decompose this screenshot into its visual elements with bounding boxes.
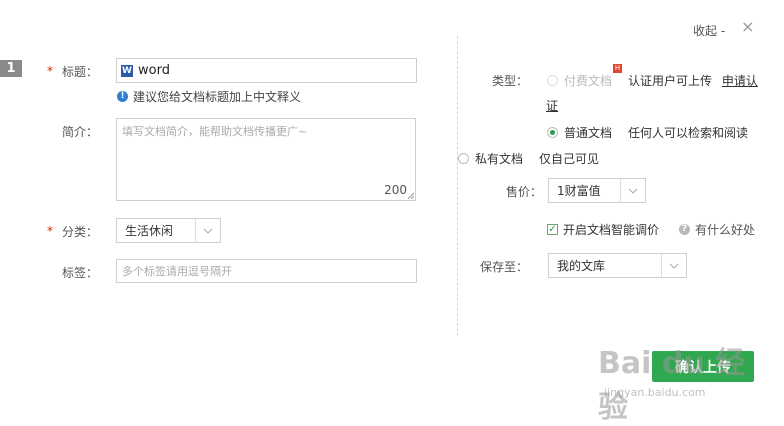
question-icon: ? bbox=[679, 224, 690, 235]
section-divider bbox=[457, 36, 458, 336]
benefit-label: 有什么好处 bbox=[695, 223, 756, 237]
collapse-toggle[interactable]: 收起 - bbox=[693, 22, 725, 39]
summary-label: 简介： bbox=[62, 125, 99, 139]
smart-price-checkbox[interactable]: ✓ bbox=[547, 224, 558, 235]
type-paid-desc: 认证用户可上传 申请认 bbox=[628, 74, 758, 88]
chevron-down-icon bbox=[661, 254, 686, 277]
save-to-select[interactable]: 我的文库 bbox=[548, 253, 687, 278]
chevron-down-icon bbox=[195, 219, 220, 242]
save-to-selected: 我的文库 bbox=[557, 259, 606, 273]
title-tip-text: 建议您给文档标题加上中文释义 bbox=[133, 90, 302, 104]
tags-placeholder: 多个标签请用逗号隔开 bbox=[122, 265, 232, 278]
price-select[interactable]: 1财富值 bbox=[548, 178, 646, 203]
radio-normal[interactable] bbox=[547, 127, 558, 138]
smart-price-option[interactable]: ✓ 开启文档智能调价 bbox=[547, 221, 659, 238]
required-mark: * bbox=[47, 64, 53, 78]
summary-char-count: 200 bbox=[384, 183, 407, 197]
close-icon[interactable]: × bbox=[741, 17, 754, 36]
watermark-sub: jingyan.baidu.com bbox=[604, 386, 706, 399]
radio-private[interactable] bbox=[458, 153, 469, 164]
type-label: 类型： bbox=[492, 74, 529, 88]
resize-handle-icon[interactable] bbox=[408, 193, 414, 199]
required-mark: * bbox=[47, 224, 53, 238]
type-option-private[interactable]: 私有文档 bbox=[458, 150, 523, 167]
tags-label: 标签： bbox=[62, 266, 99, 280]
radio-paid[interactable] bbox=[547, 75, 558, 86]
tags-input[interactable]: 多个标签请用逗号隔开 bbox=[116, 259, 417, 283]
title-label: 标题： bbox=[62, 65, 99, 79]
summary-placeholder: 填写文档简介，能帮助文档传播更广~ bbox=[122, 125, 308, 138]
price-selected: 1财富值 bbox=[557, 184, 601, 198]
confirm-upload-button[interactable]: 确认上传 bbox=[652, 351, 754, 382]
type-normal-label: 普通文档 bbox=[564, 126, 613, 140]
benefit-link[interactable]: ? 有什么好处 bbox=[679, 221, 755, 238]
title-value: word bbox=[138, 63, 170, 78]
title-tip: ! 建议您给文档标题加上中文释义 bbox=[117, 88, 301, 105]
type-private-desc: 仅自己可见 bbox=[539, 152, 600, 166]
chevron-down-icon bbox=[620, 179, 645, 202]
type-paid-label: 付费文档 bbox=[564, 74, 613, 88]
smart-price-label: 开启文档智能调价 bbox=[563, 223, 660, 237]
step-number: 1 bbox=[0, 60, 22, 77]
category-select[interactable]: 生活休闲 bbox=[116, 218, 221, 243]
type-normal-desc: 任何人可以检索和阅读 bbox=[628, 126, 749, 140]
hot-badge-icon: H bbox=[613, 64, 622, 73]
word-file-icon: W bbox=[121, 64, 133, 77]
type-private-label: 私有文档 bbox=[475, 152, 524, 166]
apply-cert-link[interactable]: 申请认 bbox=[722, 74, 758, 88]
save-to-label: 保存至： bbox=[480, 260, 529, 274]
type-option-normal[interactable]: 普通文档 bbox=[547, 124, 612, 141]
price-label: 售价： bbox=[506, 185, 543, 199]
category-selected: 生活休闲 bbox=[125, 224, 174, 238]
apply-cert-link-cont[interactable]: 证 bbox=[546, 97, 558, 114]
category-label: 分类： bbox=[62, 225, 99, 239]
type-option-paid[interactable]: 付费文档 bbox=[547, 72, 612, 89]
info-icon: ! bbox=[117, 91, 128, 102]
summary-textarea[interactable]: 填写文档简介，能帮助文档传播更广~ 200 bbox=[116, 118, 416, 201]
title-input[interactable]: W word bbox=[116, 58, 417, 83]
